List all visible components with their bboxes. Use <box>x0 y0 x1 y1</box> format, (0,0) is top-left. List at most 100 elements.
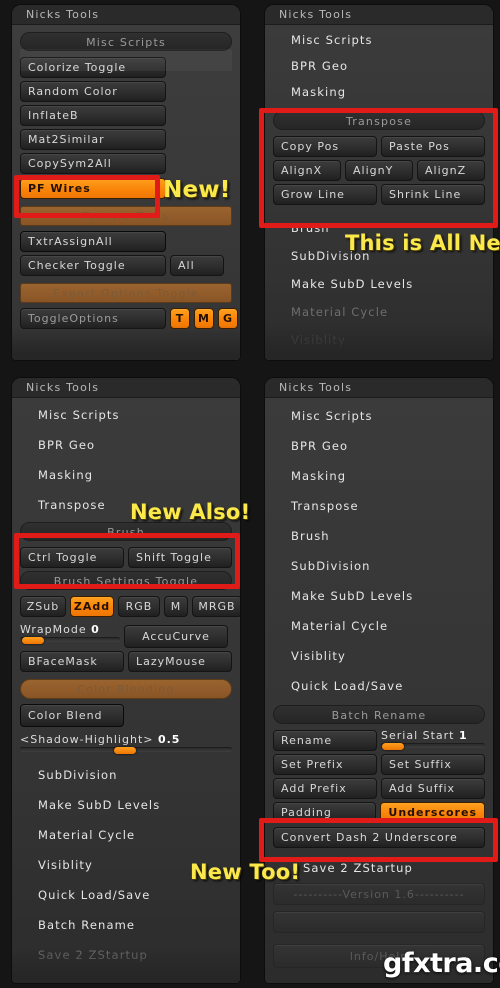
menu-item-masking[interactable]: Masking <box>273 79 485 105</box>
section-brush-settings-toggle[interactable]: Brush Settings Toggle <box>20 571 232 590</box>
brush-toggle-row: Ctrl Toggle Shift Toggle <box>20 545 232 569</box>
button-toggle-t[interactable]: T <box>170 308 190 329</box>
panel-fade <box>12 326 240 360</box>
menu-item-make-subd-levels[interactable]: Make SubD Levels <box>20 790 232 820</box>
menu-item-make-subd-levels[interactable]: Make SubD Levels <box>273 270 485 298</box>
menu-item-visiblity[interactable]: Visiblity <box>273 641 485 671</box>
menu-item-make-subd-levels[interactable]: Make SubD Levels <box>273 581 485 611</box>
button-checker-toggle[interactable]: Checker Toggle <box>20 255 166 276</box>
button-rename[interactable]: Rename <box>273 729 377 751</box>
button-m[interactable]: M <box>164 595 188 617</box>
slider-track[interactable] <box>20 637 120 644</box>
button-zadd[interactable]: ZAdd <box>70 595 114 617</box>
button-inflateb[interactable]: InflateB <box>20 104 166 126</box>
button-color-blend[interactable]: Color Blend <box>20 704 124 727</box>
button-shift-toggle[interactable]: Shift Toggle <box>128 546 232 568</box>
button-set-suffix[interactable]: Set Suffix <box>381 753 485 775</box>
button-random-color[interactable]: Random Color <box>20 80 166 102</box>
button-alignz[interactable]: AlignZ <box>417 159 485 181</box>
transpose-row-1: Copy Pos Paste Pos <box>273 134 485 158</box>
section-export-options-toggle[interactable]: Export Options Toggle <box>20 282 232 303</box>
menu-item-masking[interactable]: Masking <box>20 460 232 490</box>
menu-item-bpr-geo[interactable]: BPR Geo <box>20 430 232 460</box>
section-texture-tools[interactable]: Texture Tools <box>20 205 232 226</box>
slider-knob[interactable] <box>22 637 44 644</box>
button-txtrassignall[interactable]: TxtrAssignAll <box>20 231 166 252</box>
button-all[interactable]: All <box>170 255 224 276</box>
slider-knob[interactable] <box>114 746 136 754</box>
menu-item-misc-scripts[interactable]: Misc Scripts <box>273 401 485 431</box>
annotation-this-is-all-new: This is All New! <box>345 231 500 255</box>
panel-body: Misc Scripts BPR Geo Masking Transpose B… <box>12 398 240 983</box>
annotation-new-too: New Too! <box>190 860 301 884</box>
menu-item-bpr-geo[interactable]: BPR Geo <box>273 431 485 461</box>
menu-item-subdivision[interactable]: SubDivision <box>273 551 485 581</box>
button-mrgb[interactable]: MRGB <box>192 595 240 617</box>
button-ctrl-toggle[interactable]: Ctrl Toggle <box>20 546 124 568</box>
button-zsub[interactable]: ZSub <box>20 595 66 617</box>
menu-item-misc-scripts[interactable]: Misc Scripts <box>20 400 232 430</box>
menu-item-material-cycle[interactable]: Material Cycle <box>20 820 232 850</box>
button-shrink-line[interactable]: Shrink Line <box>381 183 485 205</box>
section-batch-rename[interactable]: Batch Rename <box>273 705 485 724</box>
menu-item-misc-scripts[interactable]: Misc Scripts <box>273 27 485 53</box>
menu-item-quick-load-save[interactable]: Quick Load/Save <box>273 671 485 701</box>
panel-top-right: Nicks Tools Misc Scripts BPR Geo Masking… <box>265 5 493 360</box>
prefix-suffix-row: Set Prefix Set Suffix <box>273 752 485 776</box>
button-add-prefix[interactable]: Add Prefix <box>273 777 377 799</box>
wrapmode-value: 0 <box>91 623 100 636</box>
menu-item-batch-rename[interactable]: Batch Rename <box>20 910 232 940</box>
button-grow-line[interactable]: Grow Line <box>273 183 377 205</box>
section-color-blending[interactable]: Color Blending <box>20 678 232 699</box>
menu-item-material-cycle[interactable]: Material Cycle <box>273 298 485 326</box>
button-paste-pos[interactable]: Paste Pos <box>381 135 485 157</box>
blank-bar[interactable] <box>273 910 485 933</box>
slider-track[interactable] <box>381 743 485 750</box>
section-brush[interactable]: Brush <box>20 522 232 541</box>
slider-wrapmode[interactable]: WrapMode 0 <box>20 622 120 646</box>
slider-track[interactable] <box>20 746 232 754</box>
screenshot-root: Nicks Tools Misc Scripts Colorize Toggle… <box>0 0 500 988</box>
menu-item-masking[interactable]: Masking <box>273 461 485 491</box>
mask-mouse-row: BFaceMask LazyMouse <box>20 650 232 674</box>
button-pf-wires[interactable]: PF Wires <box>20 178 166 199</box>
menu-item-visiblity[interactable]: Visiblity <box>273 326 485 354</box>
menu-item-bpr-geo[interactable]: BPR Geo <box>273 53 485 79</box>
section-transpose[interactable]: Transpose <box>273 111 485 130</box>
button-set-prefix[interactable]: Set Prefix <box>273 753 377 775</box>
button-rgb[interactable]: RGB <box>118 595 160 617</box>
button-underscores[interactable]: Underscores <box>380 801 485 823</box>
slider-serial-start[interactable]: Serial Start 1 <box>381 728 485 752</box>
button-convert-dash-2-underscore[interactable]: Convert Dash 2 Underscore <box>273 827 485 848</box>
menu-item-transpose[interactable]: Transpose <box>273 491 485 521</box>
menu-item-brush[interactable]: Brush <box>273 521 485 551</box>
button-alignx[interactable]: AlignX <box>273 159 341 181</box>
transpose-row-3: Grow Line Shrink Line <box>273 182 485 206</box>
serial-start-text: Serial Start <box>381 729 455 742</box>
button-accucurve[interactable]: AccuCurve <box>124 625 228 648</box>
panel-bottom-left: Nicks Tools Misc Scripts BPR Geo Masking… <box>12 378 240 983</box>
watermark-gfxtra: gfxtra.com <box>383 948 500 979</box>
panel-title: Nicks Tools <box>265 378 493 398</box>
button-toggle-m[interactable]: M <box>194 308 214 329</box>
button-lazymouse[interactable]: LazyMouse <box>128 651 232 672</box>
menu-item-subdivision[interactable]: SubDivision <box>20 760 232 790</box>
menu-item-save-2-zstartup[interactable]: Save 2 ZStartup <box>273 854 485 882</box>
button-padding[interactable]: Padding <box>273 801 377 823</box>
menu-item-quick-load-save[interactable]: Quick Load/Save <box>20 880 232 910</box>
label-version: ----------Version 1.6---------- <box>273 883 485 905</box>
button-toggleoptions[interactable]: ToggleOptions <box>20 308 166 329</box>
serial-start-value: 1 <box>459 729 468 742</box>
button-aligny[interactable]: AlignY <box>345 159 413 181</box>
button-add-suffix[interactable]: Add Suffix <box>381 777 485 799</box>
menu-item-material-cycle[interactable]: Material Cycle <box>273 611 485 641</box>
slider-knob[interactable] <box>382 743 404 750</box>
button-toggle-g[interactable]: G <box>218 308 238 329</box>
annotation-new: New! <box>163 177 231 203</box>
button-copy-pos[interactable]: Copy Pos <box>273 135 377 157</box>
button-copysym2all[interactable]: CopySym2All <box>20 152 166 174</box>
menu-item-save-2-zstartup[interactable]: Save 2 ZStartup <box>20 940 232 970</box>
slider-shadow-highlight[interactable]: <Shadow-Highlight> 0.5 <box>20 732 232 754</box>
button-bfacemask[interactable]: BFaceMask <box>20 651 124 672</box>
button-mat2similar[interactable]: Mat2Similar <box>20 128 166 150</box>
